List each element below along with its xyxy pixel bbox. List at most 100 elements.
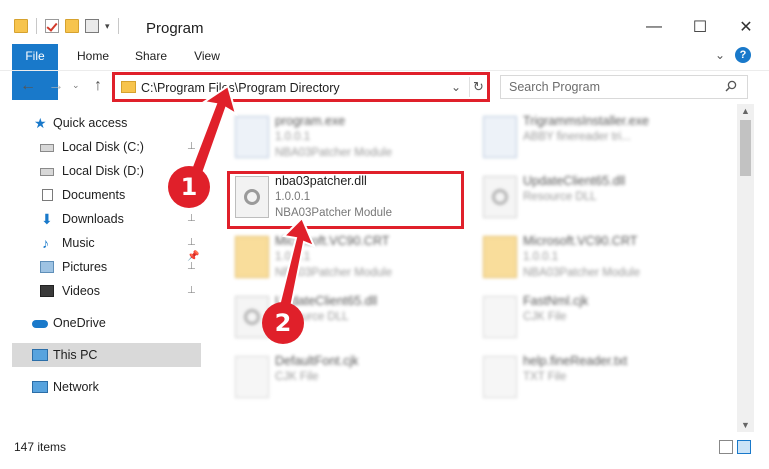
pictures-icon	[40, 261, 54, 273]
sidebar-item-this-pc[interactable]: This PC	[32, 344, 192, 366]
search-icon[interactable]	[725, 80, 737, 92]
toolbar-divider	[117, 18, 119, 34]
address-path[interactable]: C:\Program Files\Program Directory	[141, 81, 340, 95]
file-item[interactable]: program.exe 1.0.0.1 NBA03Patcher Module	[227, 112, 467, 168]
scroll-down-arrow-icon[interactable]: ▼	[741, 420, 750, 430]
file-description: NBA03Patcher Module	[275, 147, 392, 159]
folder-icon	[14, 19, 28, 33]
sidebar-item-label: This PC	[53, 348, 98, 362]
file-item[interactable]: UpdateClient65.dll Resource DLL	[475, 172, 715, 228]
search-input[interactable]: Search Program	[500, 75, 748, 99]
disk-icon	[40, 144, 54, 152]
forward-arrow-icon[interactable]: →	[48, 77, 64, 95]
back-arrow-icon[interactable]: ←	[20, 77, 36, 95]
address-bar[interactable]: C:\Program Files\Program Directory ⌄ ↻	[114, 74, 488, 100]
pin-icon[interactable]: ⊥	[187, 256, 196, 278]
sidebar-item-label: Music	[62, 236, 95, 250]
network-icon	[32, 381, 48, 393]
sidebar-item-music[interactable]: ♪ Music	[40, 232, 200, 254]
window-title: Program	[146, 20, 204, 37]
gear-icon	[244, 309, 260, 325]
view-toggle	[719, 440, 751, 454]
vertical-scrollbar[interactable]: ▲ ▼	[737, 104, 754, 432]
navigation-row: ← → ⌄ ↑ C:\Program Files\Program Directo…	[0, 70, 769, 102]
sidebar-item-onedrive[interactable]: OneDrive	[32, 312, 192, 334]
file-description: ABBY finereader tri...	[523, 131, 631, 143]
sidebar-item-videos[interactable]: Videos	[40, 280, 200, 302]
sidebar-item-label: Documents	[62, 188, 126, 202]
onedrive-icon	[32, 320, 48, 328]
file-item[interactable]: help.fineReader.txt TXT File	[475, 352, 715, 408]
gear-icon	[244, 189, 260, 205]
properties-icon[interactable]	[85, 19, 99, 33]
sidebar-item-label: OneDrive	[53, 316, 106, 330]
step-1-badge: 1	[168, 166, 210, 208]
customize-toolbar-chevron-icon[interactable]: ▾	[105, 21, 110, 32]
file-description: NBA03Patcher Module	[275, 207, 392, 219]
scroll-up-arrow-icon[interactable]: ▲	[741, 106, 750, 116]
scroll-thumb[interactable]	[740, 120, 751, 176]
close-button[interactable]: ✕	[723, 12, 769, 42]
address-dropdown-chevron-icon[interactable]: ⌄	[451, 80, 461, 94]
pin-icon[interactable]: ⊥	[187, 232, 196, 254]
sidebar-item-network[interactable]: Network	[32, 376, 192, 398]
file-name: nba03patcher.dll	[275, 174, 367, 188]
tab-view[interactable]: View	[184, 44, 230, 68]
sidebar-item-label: Local Disk (C:)	[62, 140, 144, 154]
step-2-badge: 2	[262, 302, 304, 344]
folder-item[interactable]: Microsoft.VC90.CRT 1.0.0.1 NBA03Patcher …	[227, 232, 467, 288]
sidebar-item-label: Network	[53, 380, 99, 394]
new-folder-icon[interactable]	[65, 19, 79, 33]
folder-item[interactable]: Microsoft.VC90.CRT 1.0.0.1 NBA03Patcher …	[475, 232, 715, 288]
refresh-icon[interactable]: ↻	[469, 77, 487, 97]
sidebar-item-quick-access[interactable]: ★ Quick access	[34, 112, 194, 134]
file-item[interactable]: DefaultFont.cjk CJK File	[227, 352, 467, 408]
documents-icon	[42, 189, 53, 201]
exe-file-icon	[235, 116, 269, 158]
file-description: CJK File	[523, 311, 567, 323]
file-description: NBA03Patcher Module	[523, 267, 640, 279]
properties-check-icon[interactable]	[45, 19, 59, 33]
this-pc-icon	[32, 349, 48, 361]
help-icon[interactable]: ?	[735, 47, 751, 63]
search-placeholder: Search Program	[509, 80, 601, 94]
pin-icon[interactable]: ⊥	[187, 208, 196, 230]
file-icon	[483, 356, 517, 398]
file-name: FastNml.cjk	[523, 294, 589, 308]
up-arrow-icon[interactable]: ↑	[94, 77, 102, 95]
sidebar-item-local-disk-c[interactable]: Local Disk (C:)	[40, 136, 200, 158]
file-list: program.exe 1.0.0.1 NBA03Patcher Module …	[203, 102, 737, 432]
dll-file-icon	[483, 176, 517, 218]
folder-icon	[483, 236, 517, 278]
window-controls: — ☐ ✕	[631, 12, 769, 42]
tab-share[interactable]: Share	[128, 44, 174, 68]
recent-locations-chevron-icon[interactable]: ⌄	[72, 80, 80, 91]
dll-file-icon	[235, 176, 269, 218]
minimize-button[interactable]: —	[631, 12, 677, 42]
maximize-button[interactable]: ☐	[677, 12, 723, 42]
disk-icon	[40, 168, 54, 176]
pin-icon[interactable]: ⊥	[187, 136, 196, 158]
tab-home[interactable]: Home	[70, 44, 116, 68]
file-version: 1.0.0.1	[275, 131, 311, 143]
ribbon-right-controls: ⌄ ?	[715, 47, 751, 63]
file-item-nba03patcher-dll[interactable]: nba03patcher.dll 1.0.0.1 NBA03Patcher Mo…	[227, 172, 467, 228]
quick-access-toolbar: ▾	[14, 18, 121, 34]
toolbar-divider	[36, 18, 37, 34]
expand-ribbon-chevron-icon[interactable]: ⌄	[715, 48, 725, 62]
sidebar-item-label: Videos	[62, 284, 100, 298]
pin-icon[interactable]: ⊥	[187, 280, 196, 302]
sidebar-item-downloads[interactable]: ⬇ Downloads	[40, 208, 200, 230]
file-item[interactable]: TrigrammsInstaller.exe ABBY finereader t…	[475, 112, 715, 168]
sidebar-item-label: Downloads	[62, 212, 124, 226]
videos-icon	[40, 285, 54, 297]
file-item[interactable]: FastNml.cjk CJK File	[475, 292, 715, 348]
file-version: 1.0.0.1	[275, 191, 311, 203]
sidebar-item-pictures[interactable]: Pictures	[40, 256, 200, 278]
navigation-pane: ★ Quick access Local Disk (C:) 📌 Local D…	[0, 110, 203, 432]
music-icon: ♪	[42, 235, 49, 251]
tiles-view-icon[interactable]	[737, 440, 751, 454]
item-count: 147 items	[14, 440, 67, 454]
folder-icon	[121, 81, 136, 93]
details-view-icon[interactable]	[719, 440, 733, 454]
